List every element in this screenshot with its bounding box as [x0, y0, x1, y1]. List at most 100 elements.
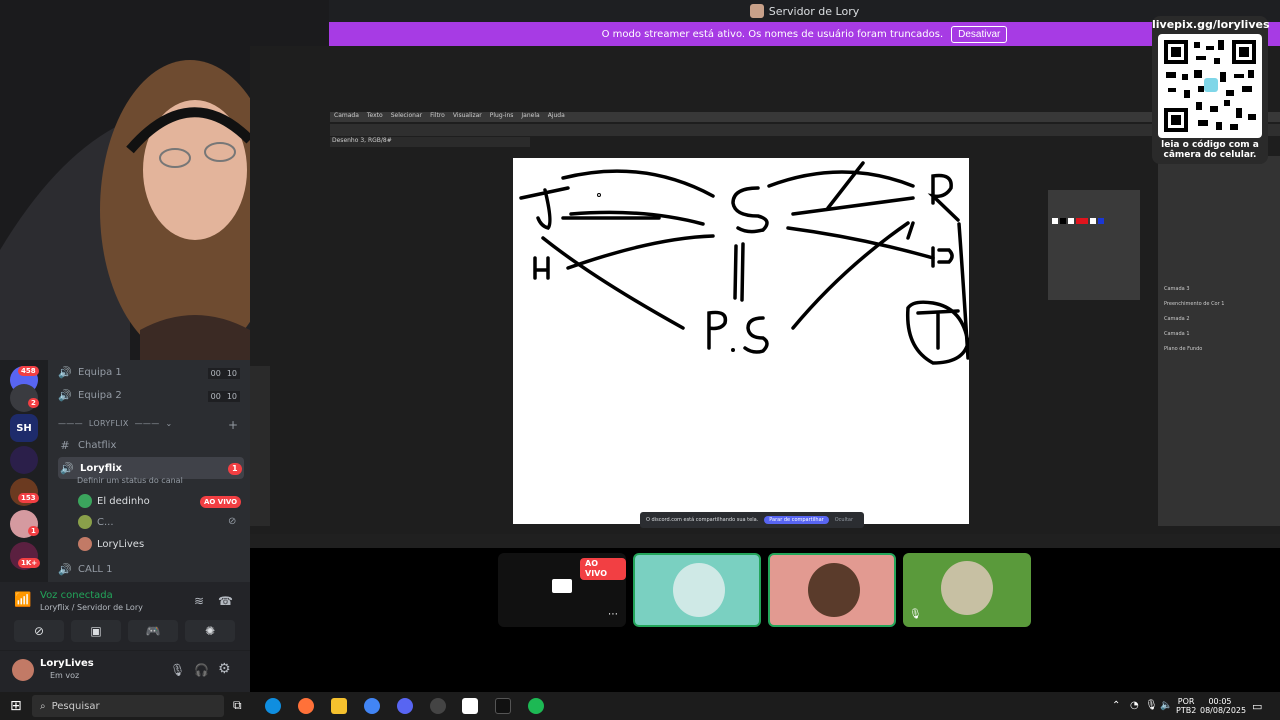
- channel-label: CALL 1: [78, 564, 113, 575]
- stream-tile-self[interactable]: AO VIVO ⋯: [498, 553, 626, 627]
- member-name: LoryLives: [97, 538, 145, 550]
- voice-channel-call1[interactable]: 🔊 CALL 1: [58, 563, 113, 576]
- speaker-icon: 🔊: [60, 461, 74, 475]
- channel-label: Loryflix: [80, 462, 122, 474]
- avatar: [78, 515, 92, 529]
- streamer-mode-banner: O modo streamer está ativo. Os nomes de …: [329, 22, 1280, 46]
- layer-item[interactable]: Camada 1: [1164, 327, 1224, 342]
- language-indicator[interactable]: POR PTB2: [1176, 697, 1196, 715]
- obs-icon[interactable]: [430, 698, 446, 714]
- activities-button[interactable]: 🎮: [128, 620, 178, 642]
- ps-menu-item: Filtro: [430, 112, 445, 119]
- ps-doc-tab: Desenho 3, RGB/8#: [330, 137, 530, 147]
- voice-member[interactable]: LoryLives: [78, 537, 144, 551]
- voice-status: Voz conectada: [40, 590, 113, 601]
- live-badge: AO VIVO: [580, 558, 626, 580]
- discord-icon[interactable]: [397, 698, 413, 714]
- soundboard-icon: ✺: [204, 624, 216, 638]
- windows-start-icon[interactable]: ⊞: [10, 698, 22, 714]
- participant-tile[interactable]: 🎙: [903, 553, 1031, 627]
- search-icon: ⌕: [40, 700, 46, 712]
- disconnect-icon[interactable]: ☎: [218, 594, 233, 608]
- server-list: 458 2 SH 153 1 1K+: [0, 360, 48, 582]
- layer-item[interactable]: Preenchimento de Cor 1: [1164, 297, 1224, 312]
- camera-toggle-button[interactable]: ⊘: [14, 620, 64, 642]
- spotify-icon[interactable]: [528, 698, 544, 714]
- speaker-tray-icon[interactable]: 🔈: [1160, 700, 1172, 711]
- chevron-up-icon[interactable]: ⌃: [1112, 700, 1120, 711]
- wifi-icon[interactable]: ◔: [1130, 700, 1139, 711]
- hashtag-icon: #: [60, 439, 70, 452]
- qr-overlay: livepix.gg/lorylives leia o código com a…: [1152, 16, 1270, 164]
- ps-options-bar: [330, 124, 1280, 136]
- speaker-icon: 🔊: [58, 366, 72, 379]
- qr-url: livepix.gg/lorylives: [1152, 18, 1270, 31]
- more-options-icon[interactable]: ⋯: [608, 609, 618, 620]
- chrome-icon[interactable]: [364, 698, 380, 714]
- user-count-max: 10: [223, 368, 240, 379]
- mention-badge: 2: [28, 398, 39, 408]
- avatar: [673, 563, 725, 617]
- clock[interactable]: 00:05 08/08/2025: [1200, 697, 1246, 715]
- headphones-icon[interactable]: 🎧: [194, 663, 209, 677]
- soundboard-button[interactable]: ✺: [185, 620, 235, 642]
- search-placeholder: Pesquisar: [51, 700, 100, 712]
- canvas-drawing: [519, 161, 970, 365]
- user-limit: 00 10: [207, 391, 240, 402]
- qr-code-image: [1158, 34, 1262, 138]
- muted-mic-icon: 🎙: [909, 609, 922, 620]
- username: LoryLives: [40, 658, 94, 669]
- voice-member[interactable]: C...: [78, 515, 114, 529]
- text-channel-chatflix[interactable]: # Chatflix: [58, 439, 116, 452]
- speaker-icon: 🔊: [58, 389, 72, 402]
- file-explorer-icon[interactable]: [331, 698, 347, 714]
- voice-channel-equipa1[interactable]: 🔊 Equipa 1: [58, 366, 122, 379]
- notification-icon[interactable]: ▭: [1252, 700, 1262, 713]
- voice-channel-equipa2[interactable]: 🔊 Equipa 2: [58, 389, 122, 402]
- server-icon[interactable]: [10, 446, 38, 474]
- avatar[interactable]: [12, 659, 34, 681]
- user-count-current: 00: [207, 391, 224, 402]
- user-panel: LoryLives Em voz 🎙 🎧 ⚙: [0, 650, 250, 692]
- mic-tray-icon[interactable]: 🎙: [1145, 700, 1158, 711]
- participant-tile[interactable]: [768, 553, 896, 627]
- firefox-icon[interactable]: [298, 698, 314, 714]
- signal-icon: 📶: [14, 592, 32, 608]
- window-title: Servidor de Lory: [768, 4, 860, 18]
- task-view-icon[interactable]: ⧉: [233, 698, 242, 713]
- avatar: [808, 563, 860, 617]
- add-channel-icon[interactable]: +: [228, 418, 238, 432]
- ps-menu-item: Selecionar: [390, 112, 423, 119]
- settings-gear-icon[interactable]: ⚙: [218, 661, 231, 677]
- participant-tray: [250, 548, 1280, 692]
- app-icon[interactable]: [462, 698, 478, 714]
- stop-sharing-button[interactable]: Parar de compartilhar: [764, 516, 829, 524]
- disable-streamer-button[interactable]: Desativar: [951, 25, 1008, 43]
- layer-item[interactable]: Camada 2: [1164, 312, 1224, 327]
- tiktok-icon[interactable]: [495, 698, 511, 714]
- live-badge: AO VIVO: [200, 496, 242, 508]
- ps-menu-item: Ajuda: [547, 112, 565, 119]
- layer-item[interactable]: Camada 3: [1164, 282, 1224, 297]
- unread-badge: 1: [228, 463, 242, 475]
- member-name: El dedinho: [97, 495, 150, 507]
- language-line: PTB2: [1176, 706, 1197, 715]
- edge-icon[interactable]: [265, 698, 281, 714]
- gamepad-icon: 🎮: [145, 624, 161, 638]
- participant-tile[interactable]: [633, 553, 761, 627]
- ps-toolbar: [250, 366, 270, 526]
- server-icon[interactable]: SH: [10, 414, 38, 442]
- hide-notice-button[interactable]: Ocultar: [835, 517, 853, 523]
- channel-list: 🔊 Equipa 1 00 10 🔊 Equipa 2 00 10 ——— LO…: [48, 360, 250, 582]
- microphone-icon[interactable]: 🎙: [170, 663, 185, 677]
- ps-swatches-panel: [1048, 190, 1140, 300]
- layer-item[interactable]: Plano de Fundo: [1164, 342, 1224, 357]
- voice-location[interactable]: Loryflix / Servidor de Lory: [40, 603, 143, 612]
- camera-off-icon: ⊘: [33, 624, 45, 638]
- voice-member[interactable]: El dedinho: [78, 494, 150, 508]
- taskbar-search[interactable]: ⌕ Pesquisar: [32, 695, 224, 717]
- screen-share-button[interactable]: ▣: [71, 620, 121, 642]
- channel-status-prompt[interactable]: Definir um status do canal: [77, 476, 183, 485]
- noise-suppression-icon[interactable]: ≋: [194, 594, 204, 608]
- category-header[interactable]: ——— LORYFLIX ——— ⌄: [58, 419, 173, 428]
